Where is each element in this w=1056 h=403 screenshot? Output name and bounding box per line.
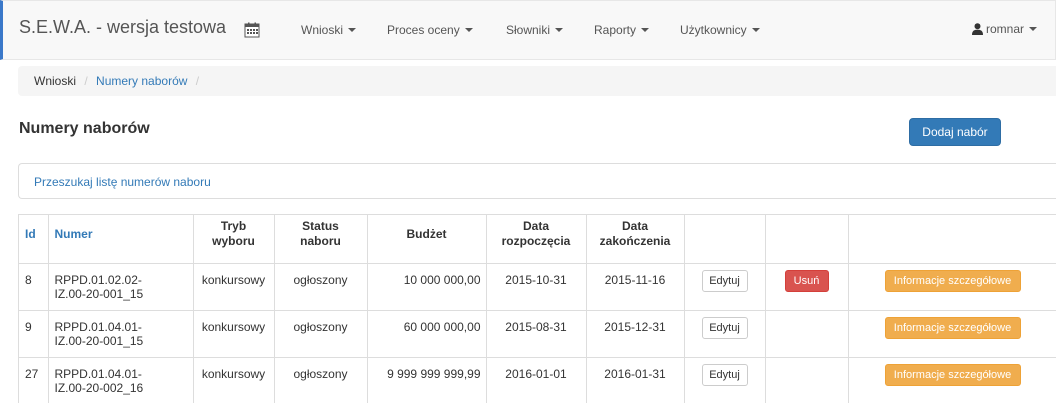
table-row: 9 RPPD.01.04.01- IZ.00-20-001_15 konkurso… bbox=[19, 310, 1056, 358]
table-header-row: Id Numer Tryb wyboru Status naboru Budżet … bbox=[19, 215, 1056, 264]
cell-data-rozpoczecia: 2016-01-01 bbox=[486, 357, 587, 403]
column-header-id[interactable]: Id bbox=[19, 215, 49, 264]
user-icon bbox=[971, 23, 983, 35]
cell-info: Informacje szczegółowe bbox=[848, 263, 1056, 311]
cell-numer: RPPD.01.04.01- IZ.00-20-001_15 bbox=[48, 310, 194, 358]
column-header-tryb: Tryb wyboru bbox=[193, 215, 275, 264]
cell-status: ogłoszony bbox=[274, 357, 368, 403]
details-button[interactable]: Informacje szczegółowe bbox=[884, 269, 1021, 292]
cell-numer: RPPD.01.04.01- IZ.00-20-002_16 bbox=[48, 357, 194, 403]
cell-info: Informacje szczegółowe bbox=[848, 357, 1056, 403]
cell-status: ogłoszony bbox=[274, 263, 368, 311]
details-button[interactable]: Informacje szczegółowe bbox=[884, 316, 1021, 339]
breadcrumb: Wnioski / Numery naborów / bbox=[18, 66, 1056, 96]
edit-button[interactable]: Edytuj bbox=[701, 363, 748, 386]
column-header-budzet: Budżet bbox=[367, 215, 487, 264]
cell-status: ogłoszony bbox=[274, 310, 368, 358]
calendar-icon[interactable] bbox=[244, 22, 260, 38]
nav-item-label: Proces oceny bbox=[387, 23, 460, 37]
breadcrumb-separator: / bbox=[195, 74, 200, 88]
user-menu[interactable]: romnar bbox=[971, 22, 1037, 36]
cell-tryb: konkursowy bbox=[193, 310, 275, 358]
cell-edit: Edytuj bbox=[684, 310, 766, 358]
column-header-info bbox=[848, 215, 1056, 264]
caret-down-icon bbox=[751, 28, 760, 32]
nav-item-label: Wnioski bbox=[301, 23, 344, 37]
cell-delete bbox=[765, 310, 849, 358]
cell-info: Informacje szczegółowe bbox=[848, 310, 1056, 358]
column-header-status: Status naboru bbox=[274, 215, 368, 264]
cell-budzet: 60 000 000,00 bbox=[367, 310, 487, 358]
nabory-table: Id Numer Tryb wyboru Status naboru Budżet … bbox=[19, 215, 1056, 403]
nav-item-proces-oceny[interactable]: Proces oceny bbox=[387, 23, 473, 37]
nabory-table-wrapper: Id Numer Tryb wyboru Status naboru Budżet … bbox=[18, 214, 1056, 403]
column-header-edit bbox=[684, 215, 766, 264]
nav-item-raporty[interactable]: Raporty bbox=[594, 23, 650, 37]
cell-budzet: 9 999 999 999,99 bbox=[367, 357, 487, 403]
navbar: S.E.W.A. - wersja testowa Wnioski Proces… bbox=[0, 0, 1056, 60]
cell-tryb: konkursowy bbox=[193, 357, 275, 403]
app-brand[interactable]: S.E.W.A. - wersja testowa bbox=[19, 17, 226, 38]
breadcrumb-separator: / bbox=[84, 74, 88, 88]
cell-id: 9 bbox=[19, 310, 49, 358]
nav-item-label: Słowniki bbox=[506, 23, 551, 37]
add-nabor-button[interactable]: Dodaj nabór bbox=[909, 118, 1001, 146]
cell-data-zakonczenia: 2015-11-16 bbox=[586, 263, 685, 311]
details-button[interactable]: Informacje szczegółowe bbox=[884, 363, 1021, 386]
breadcrumb-home[interactable]: Wnioski bbox=[34, 74, 76, 88]
cell-data-rozpoczecia: 2015-08-31 bbox=[486, 310, 587, 358]
cell-numer: RPPD.01.02.02- IZ.00-20-001_15 bbox=[48, 263, 194, 311]
cell-edit: Edytuj bbox=[684, 263, 766, 311]
cell-delete bbox=[765, 357, 849, 403]
breadcrumb-current[interactable]: Numery naborów bbox=[96, 74, 187, 88]
search-panel[interactable]: Przeszukaj listę numerów naboru bbox=[18, 163, 1056, 199]
cell-data-zakonczenia: 2016-01-31 bbox=[586, 357, 685, 403]
nav-item-label: Raporty bbox=[594, 23, 637, 37]
column-header-data-zakonczenia: Data zakończenia bbox=[586, 215, 685, 264]
cell-delete: Usuń bbox=[765, 263, 849, 311]
caret-down-icon bbox=[1029, 27, 1037, 31]
table-row: 27 RPPD.01.04.01- IZ.00-20-002_16 konkurs… bbox=[19, 357, 1056, 403]
column-header-delete bbox=[765, 215, 849, 264]
page-title: Numery naborów bbox=[19, 120, 150, 137]
cell-tryb: konkursowy bbox=[193, 263, 275, 311]
nav-item-uzytkownicy[interactable]: Użytkownicy bbox=[680, 23, 760, 37]
edit-button[interactable]: Edytuj bbox=[701, 269, 748, 292]
column-header-numer[interactable]: Numer bbox=[48, 215, 194, 264]
table-row: 8 RPPD.01.02.02- IZ.00-20-001_15 konkurso… bbox=[19, 263, 1056, 311]
cell-data-zakonczenia: 2015-12-31 bbox=[586, 310, 685, 358]
cell-edit: Edytuj bbox=[684, 357, 766, 403]
caret-down-icon bbox=[348, 28, 357, 32]
cell-id: 8 bbox=[19, 263, 49, 311]
cell-id: 27 bbox=[19, 357, 49, 403]
caret-down-icon bbox=[641, 28, 650, 32]
edit-button[interactable]: Edytuj bbox=[701, 316, 748, 339]
caret-down-icon bbox=[555, 28, 564, 32]
nav-item-label: Użytkownicy bbox=[680, 23, 747, 37]
column-header-data-rozpoczecia: Data rozpoczęcia bbox=[486, 215, 587, 264]
delete-button[interactable]: Usuń bbox=[784, 269, 829, 292]
caret-down-icon bbox=[464, 28, 473, 32]
search-panel-label[interactable]: Przeszukaj listę numerów naboru bbox=[34, 175, 211, 189]
user-name: romnar bbox=[985, 22, 1024, 36]
cell-budzet: 10 000 000,00 bbox=[367, 263, 487, 311]
nav-item-slowniki[interactable]: Słowniki bbox=[506, 23, 564, 37]
cell-data-rozpoczecia: 2015-10-31 bbox=[486, 263, 587, 311]
nav-item-wnioski[interactable]: Wnioski bbox=[301, 23, 357, 37]
